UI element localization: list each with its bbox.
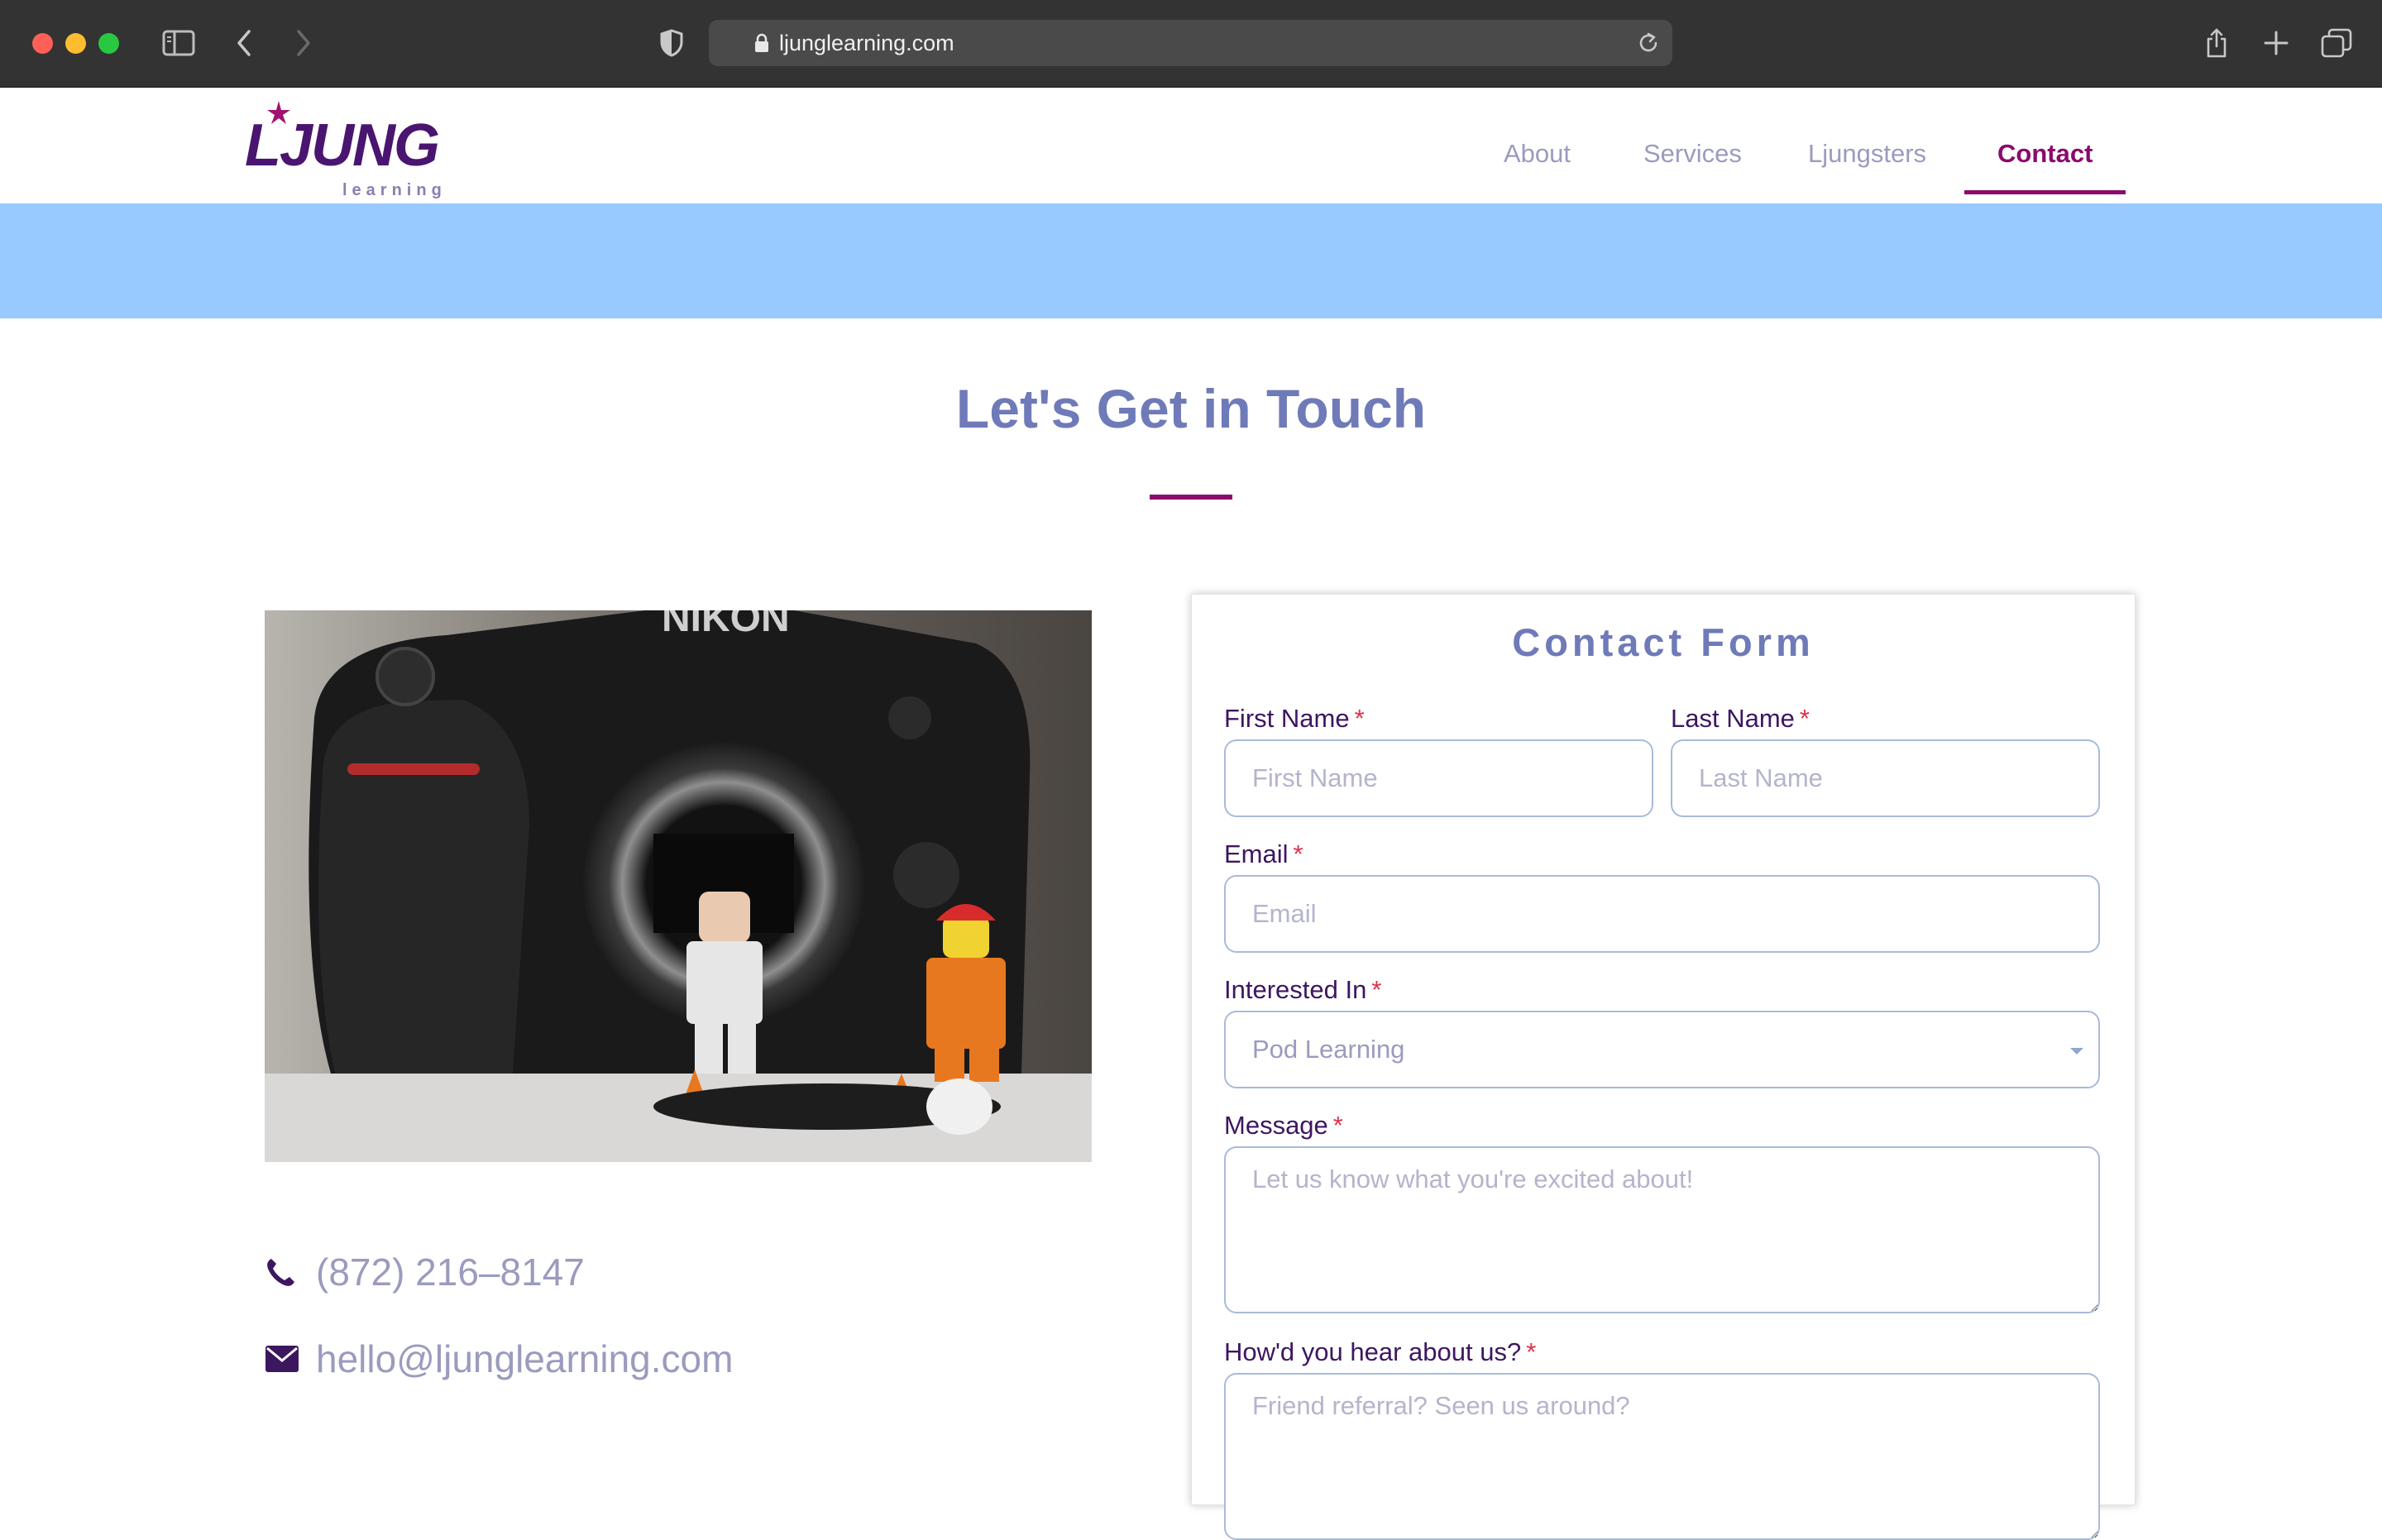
required-marker: * (1526, 1337, 1537, 1366)
minimize-window-button[interactable] (65, 33, 86, 54)
lock-icon (754, 33, 769, 56)
email-line: hello@ljunglearning.com (265, 1334, 733, 1384)
share-icon[interactable] (2202, 25, 2231, 61)
browser-toolbar: ljunglearning.com (0, 0, 2382, 88)
chevron-left-icon[interactable] (232, 25, 256, 61)
chevron-right-icon[interactable] (291, 25, 316, 61)
sidebar-icon[interactable] (160, 25, 197, 61)
zoom-window-button[interactable] (98, 33, 119, 54)
nav-services[interactable]: Services (1643, 137, 1742, 170)
contact-form: Contact Form First Name* Last Name* Emai… (1191, 594, 2136, 1540)
shield-icon[interactable] (658, 25, 686, 61)
interested-in-label: Interested In * (1224, 975, 1382, 1004)
message-label: Message * (1224, 1111, 1343, 1140)
phone-icon (265, 1254, 301, 1290)
referral-field[interactable] (1224, 1373, 2100, 1540)
plus-icon[interactable] (2261, 25, 2291, 61)
interested-in-select[interactable]: Pod Learning (1224, 1011, 2100, 1088)
first-name-label: First Name * (1224, 704, 1365, 733)
reload-icon[interactable] (1636, 31, 1661, 59)
logo-wordmark: LJUNG (245, 112, 440, 179)
site-logo[interactable]: LJUNG learning (245, 101, 452, 200)
last-name-label: Last Name * (1671, 704, 1810, 733)
close-window-button[interactable] (32, 33, 53, 54)
message-field[interactable] (1224, 1146, 2100, 1313)
hero-banner (0, 203, 2382, 318)
title-divider (1150, 495, 1232, 500)
email-address-link[interactable]: hello@ljunglearning.com (316, 1337, 733, 1381)
svg-text:NIKON: NIKON (662, 610, 790, 640)
email-field[interactable] (1224, 875, 2100, 953)
nav-about[interactable]: About (1504, 137, 1571, 170)
tab-overview-icon[interactable] (2320, 25, 2353, 61)
camera-lego-photo: NIKON (265, 610, 1092, 1162)
address-bar[interactable]: ljunglearning.com (709, 20, 1672, 66)
email-label: Email * (1224, 839, 1303, 868)
last-name-field[interactable] (1671, 739, 2100, 817)
required-marker: * (1354, 704, 1365, 733)
active-nav-indicator (1964, 190, 2126, 194)
envelope-icon (265, 1341, 301, 1377)
page-title: Let's Get in Touch (955, 378, 1427, 439)
nav-contact[interactable]: Contact (1997, 137, 2093, 170)
contact-form-title: Contact Form (1512, 620, 1815, 664)
interested-in-value: Pod Learning (1252, 1035, 1405, 1064)
required-marker: * (1371, 975, 1382, 1004)
phone-line: (872) 216–8147 (265, 1247, 585, 1297)
required-marker: * (1799, 704, 1810, 733)
required-marker: * (1332, 1111, 1343, 1140)
referral-label: How'd you hear about us? * (1224, 1337, 1537, 1366)
phone-number-link[interactable]: (872) 216–8147 (316, 1250, 585, 1294)
site-header: LJUNG learning About Services Ljungsters… (0, 88, 2382, 203)
first-name-field[interactable] (1224, 739, 1653, 817)
url-text: ljunglearning.com (779, 31, 954, 55)
chevron-down-icon (2069, 1044, 2085, 1059)
nav-ljungsters[interactable]: Ljungsters (1808, 137, 1926, 170)
logo-subtitle: learning (342, 181, 447, 199)
required-marker: * (1293, 839, 1303, 868)
